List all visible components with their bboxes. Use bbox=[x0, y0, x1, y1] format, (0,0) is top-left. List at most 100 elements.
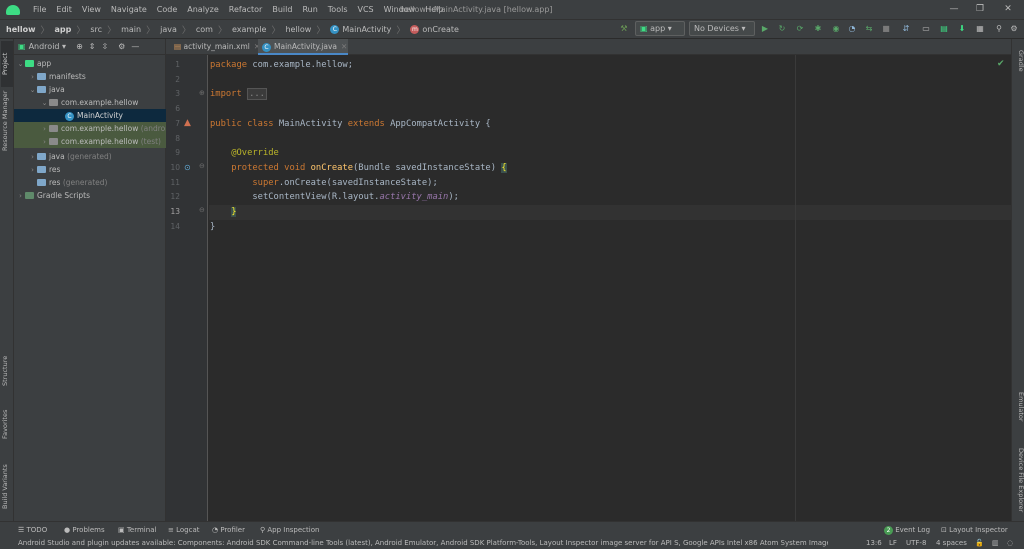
tree-item-package-test[interactable]: › com.example.hellow (test) bbox=[14, 135, 166, 148]
tab-mainactivity-java[interactable]: C MainActivity.java ✕ bbox=[258, 39, 348, 55]
bottom-tab-layout-inspector[interactable]: ⊡ Layout Inspector bbox=[941, 524, 1008, 536]
rerun-icon[interactable]: ⇆ bbox=[863, 22, 875, 36]
apply-changes-icon[interactable]: ↻ bbox=[776, 22, 788, 36]
restore-window-icon[interactable]: ❐ bbox=[966, 0, 994, 19]
fold-toggle-icon[interactable]: ⊕ bbox=[199, 89, 205, 97]
bottom-tab-app-inspection[interactable]: ⚲ App Inspection bbox=[260, 524, 319, 536]
fold-toggle-icon[interactable]: ⊖ bbox=[199, 162, 205, 170]
notifications-icon[interactable]: ◌ bbox=[1007, 537, 1013, 549]
menu-edit[interactable]: Edit bbox=[51, 0, 77, 19]
hide-panel-icon[interactable]: — bbox=[131, 42, 139, 51]
bottom-tab-todo[interactable]: ☰ TODO bbox=[18, 524, 47, 536]
bottom-tab-terminal[interactable]: ▣ Terminal bbox=[118, 524, 156, 536]
panel-settings-gear-icon[interactable]: ⚙ bbox=[118, 42, 125, 51]
menu-view[interactable]: View bbox=[77, 0, 106, 19]
tool-tab-project[interactable]: Project bbox=[1, 41, 13, 87]
collapse-all-icon[interactable]: ⇳ bbox=[101, 42, 108, 51]
tree-item-mainactivity[interactable]: C MainActivity bbox=[14, 109, 166, 122]
tree-item-app[interactable]: ⌄ app bbox=[14, 57, 166, 70]
sync-project-icon[interactable]: ⇵ bbox=[900, 22, 912, 36]
hammer-build-icon[interactable]: ⚒ bbox=[617, 22, 631, 36]
folded-imports[interactable]: ... bbox=[247, 88, 267, 101]
folder-icon bbox=[37, 179, 46, 186]
breadcrumb-example[interactable]: example bbox=[232, 25, 266, 34]
tool-tab-structure[interactable]: Structure bbox=[1, 349, 13, 393]
fold-toggle-icon[interactable]: ⊖ bbox=[199, 206, 205, 214]
breadcrumb-hellow[interactable]: hellow bbox=[6, 25, 36, 34]
breadcrumb-java[interactable]: java bbox=[160, 25, 177, 34]
stop-icon[interactable]: ■ bbox=[880, 22, 892, 36]
line-number: 3 bbox=[175, 89, 180, 99]
tree-item-gradle-scripts[interactable]: › Gradle Scripts bbox=[14, 189, 166, 202]
breadcrumb-oncreate[interactable]: m onCreate bbox=[410, 24, 459, 34]
profile-icon[interactable]: ◉ bbox=[830, 22, 842, 36]
breadcrumb-hellow-pkg[interactable]: hellow bbox=[285, 25, 311, 34]
menu-file[interactable]: File bbox=[28, 0, 51, 19]
memory-indicator-icon[interactable]: ▥ bbox=[992, 537, 999, 549]
locate-target-icon[interactable]: ⊕ bbox=[76, 42, 83, 51]
sdk-manager-icon[interactable]: ⬇ bbox=[956, 22, 968, 36]
project-view-mode-dropdown[interactable]: Android ▾ bbox=[29, 42, 67, 51]
project-structure-icon[interactable]: ▦ bbox=[974, 22, 986, 36]
chevron-right-icon: › bbox=[43, 138, 46, 146]
tree-item-res-generated[interactable]: res (generated) bbox=[14, 176, 166, 189]
run-config-dropdown[interactable]: ▣ app ▾ bbox=[635, 21, 685, 36]
breadcrumb-com[interactable]: com bbox=[196, 25, 213, 34]
run-icon[interactable]: ▶ bbox=[759, 22, 771, 36]
breadcrumb-mainactivity[interactable]: C MainActivity bbox=[330, 24, 391, 34]
settings-gear-icon[interactable]: ⚙ bbox=[1008, 22, 1020, 36]
file-encoding[interactable]: UTF-8 bbox=[906, 537, 926, 549]
tool-tab-build-variants[interactable]: Build Variants bbox=[1, 457, 13, 517]
expand-all-icon[interactable]: ⇕ bbox=[89, 42, 96, 51]
menu-tools[interactable]: Tools bbox=[323, 0, 353, 19]
tool-tab-emulator[interactable]: Emulator bbox=[1013, 385, 1024, 429]
bottom-tab-logcat[interactable]: ≡ Logcat bbox=[168, 524, 199, 536]
tree-item-manifests[interactable]: › manifests bbox=[14, 70, 166, 83]
tool-tab-gradle[interactable]: Gradle bbox=[1013, 43, 1024, 79]
code-area[interactable]: package com.example.hellow; import ... p… bbox=[209, 55, 1011, 521]
tool-tab-resource-manager[interactable]: Resource Manager bbox=[1, 91, 13, 151]
tree-item-java-generated[interactable]: › java (generated) bbox=[14, 150, 166, 163]
android-component-gutter-icon[interactable]: ▲ bbox=[184, 117, 196, 129]
bottom-tab-event-log[interactable]: 2 Event Log bbox=[884, 524, 930, 536]
close-window-icon[interactable]: ✕ bbox=[994, 0, 1022, 19]
menu-navigate[interactable]: Navigate bbox=[106, 0, 152, 19]
menu-vcs[interactable]: VCS bbox=[353, 0, 379, 19]
menu-build[interactable]: Build bbox=[267, 0, 297, 19]
tool-tab-favorites[interactable]: Favorites bbox=[1, 401, 13, 447]
menu-run[interactable]: Run bbox=[297, 0, 322, 19]
indent-setting[interactable]: 4 spaces bbox=[936, 537, 967, 549]
project-panel-header: ▣ Android ▾ ⊕ ⇕ ⇳ ⚙ — bbox=[14, 39, 165, 55]
device-manager-icon[interactable]: ▭ bbox=[920, 22, 932, 36]
menu-analyze[interactable]: Analyze bbox=[182, 0, 224, 19]
tab-activity-main-xml[interactable]: ▤ activity_main.xml ✕ bbox=[170, 39, 260, 55]
search-icon[interactable]: ⚲ bbox=[993, 22, 1005, 36]
caret-position[interactable]: 13:6 bbox=[866, 537, 882, 549]
no-problems-check-icon[interactable]: ✔ bbox=[997, 59, 1005, 69]
attach-debugger-icon[interactable]: ◔ bbox=[846, 22, 858, 36]
menu-code[interactable]: Code bbox=[152, 0, 182, 19]
tree-item-package-main[interactable]: ⌄ com.example.hellow bbox=[14, 96, 166, 109]
minimize-window-icon[interactable]: — bbox=[940, 0, 968, 19]
close-tab-icon[interactable]: ✕ bbox=[341, 42, 347, 51]
tree-item-package-androidtest[interactable]: › com.example.hellow (androi bbox=[14, 122, 166, 135]
lock-icon[interactable]: 🔓 bbox=[975, 537, 984, 549]
bottom-tab-profiler[interactable]: ◔ Profiler bbox=[212, 524, 245, 536]
status-message[interactable]: Android Studio and plugin updates availa… bbox=[18, 537, 828, 549]
line-separator[interactable]: LF bbox=[889, 537, 897, 549]
override-method-gutter-icon[interactable]: ⊙ bbox=[184, 162, 196, 174]
bottom-tab-problems[interactable]: ● Problems bbox=[64, 524, 105, 536]
chevron-right-icon: › bbox=[43, 125, 46, 133]
apply-code-changes-icon[interactable]: ⟳ bbox=[794, 22, 806, 36]
device-dropdown[interactable]: No Devices ▾ bbox=[689, 21, 755, 36]
debug-icon[interactable]: ✱ bbox=[812, 22, 824, 36]
tree-item-res[interactable]: › res bbox=[14, 163, 166, 176]
tree-item-java[interactable]: ⌄ java bbox=[14, 83, 166, 96]
code-line: setContentView(R.layout.activity_main); bbox=[252, 192, 459, 203]
menu-refactor[interactable]: Refactor bbox=[224, 0, 268, 19]
breadcrumb-src[interactable]: src bbox=[90, 25, 102, 34]
breadcrumb-main[interactable]: main bbox=[121, 25, 141, 34]
avd-manager-icon[interactable]: ▤ bbox=[938, 22, 950, 36]
breadcrumb-app[interactable]: app bbox=[55, 25, 72, 34]
tool-tab-device-file-explorer[interactable]: Device File Explorer bbox=[1013, 441, 1024, 519]
